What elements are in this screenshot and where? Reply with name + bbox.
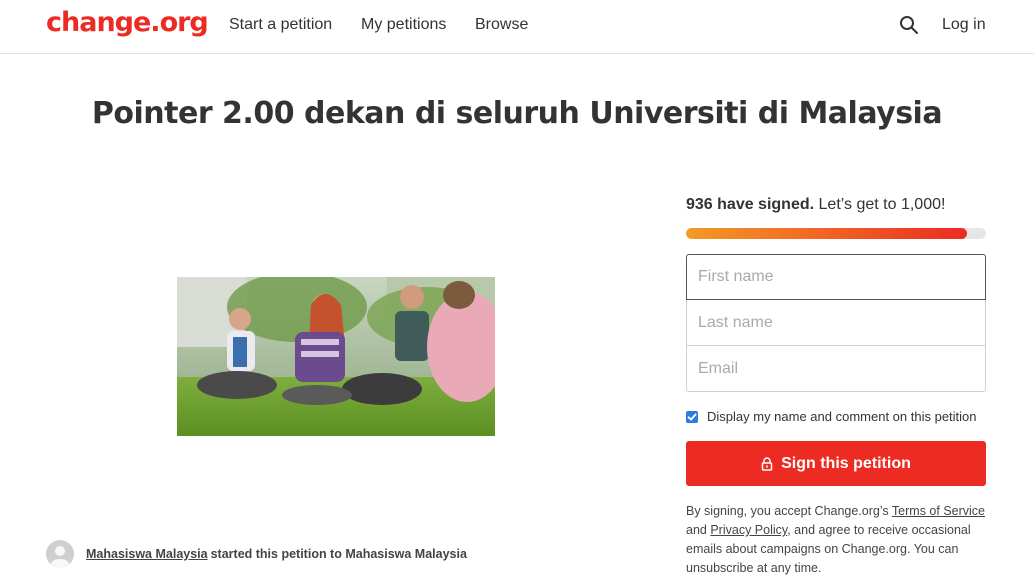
signed-count: 936 have signed.: [686, 196, 815, 213]
petition-photo: [177, 277, 495, 436]
progress-fill: [686, 228, 967, 239]
legal-text: By signing, you accept Change.org’s Term…: [686, 502, 986, 578]
sign-petition-button[interactable]: Sign this petition: [686, 441, 986, 486]
last-name-input[interactable]: [686, 300, 986, 346]
legal-text-part2: and: [686, 523, 711, 537]
starter-name-link[interactable]: Mahasiswa Malaysia: [86, 547, 208, 561]
top-header: change.org Start a petition My petitions…: [0, 0, 1034, 54]
goal-text: Let’s get to 1,000!: [818, 196, 946, 213]
email-input[interactable]: [686, 346, 986, 392]
starter-text: started this petition to Mahasiswa Malay…: [210, 547, 467, 561]
signature-progress-bar: [686, 228, 986, 239]
checkmark-icon: [687, 413, 697, 420]
login-link[interactable]: Log in: [942, 16, 986, 34]
display-name-checkbox[interactable]: [686, 410, 698, 423]
petition-title: Pointer 2.00 dekan di seluruh Universiti…: [91, 96, 943, 131]
terms-of-service-link[interactable]: Terms of Service: [892, 504, 985, 518]
change-org-logo[interactable]: change.org: [46, 7, 209, 38]
display-name-label: Display my name and comment on this peti…: [707, 409, 977, 424]
legal-text-part1: By signing, you accept Change.org’s: [686, 504, 892, 518]
petition-starter: Mahasiswa Malaysia started this petition…: [46, 540, 467, 568]
signature-count: 936 have signed. Let’s get to 1,000!: [686, 196, 945, 214]
privacy-policy-link[interactable]: Privacy Policy: [710, 523, 787, 537]
nav-browse[interactable]: Browse: [475, 16, 528, 34]
nav-start-petition[interactable]: Start a petition: [229, 16, 332, 34]
display-name-option[interactable]: Display my name and comment on this peti…: [686, 409, 977, 424]
nav-my-petitions[interactable]: My petitions: [361, 16, 446, 34]
avatar[interactable]: [46, 540, 74, 568]
search-icon[interactable]: [899, 15, 921, 37]
sign-button-label: Sign this petition: [781, 454, 911, 472]
first-name-input[interactable]: [686, 254, 986, 300]
lock-icon: [761, 456, 773, 471]
